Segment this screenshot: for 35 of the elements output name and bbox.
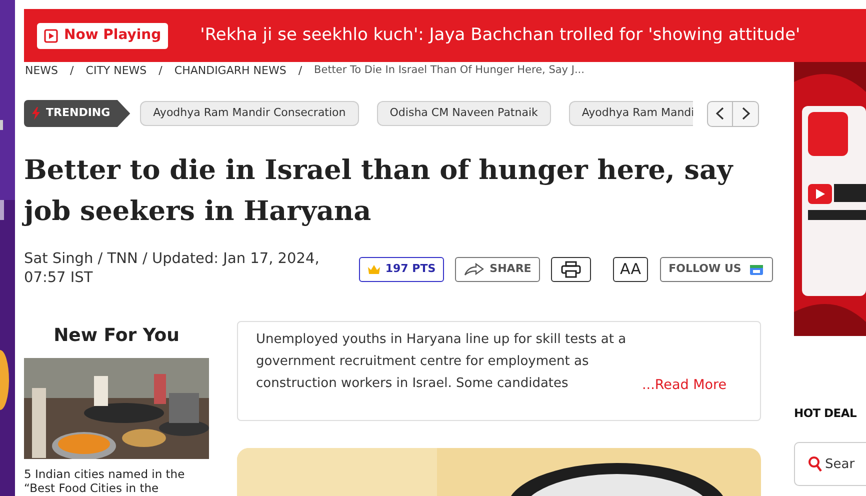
flash-icon [32,107,40,120]
search-icon [808,456,822,472]
chevron-right-icon [742,107,750,120]
article-byline: Sat Singh / TNN / Updated: Jan 17, 2024, 07:57 IST [24,250,320,288]
breadcrumb-link[interactable]: NEWS [25,62,58,80]
trending-tag[interactable]: Ayodhya Ram Mandi [568,101,694,126]
share-arrow-icon [464,263,484,276]
section-heading: New For You [52,324,180,348]
print-button[interactable] [551,257,591,282]
article-title: Better to die in Israel than of hunger here, say job seekers in Haryana [24,154,734,229]
play-icon [44,28,58,42]
now-playing-headline[interactable]: 'Rekha ji se seekhlo kuch': Jaya Bachchan trolled for 'showing attitude' [200,22,800,48]
now-playing-badge: Now Playing [37,22,168,48]
breadcrumb-separator: / [158,62,162,79]
follow-us-button[interactable]: FOLLOW US [660,257,773,282]
chevron-left-icon [716,107,724,120]
printer-icon [561,261,581,278]
trending-tag[interactable]: Odisha CM Naveen Patnaik [376,101,551,126]
breadcrumb-separator: / [70,62,74,79]
trending-tag[interactable]: Ayodhya Ram Mandir Consecration [140,101,359,126]
article-summary: Unemployed youths in Haryana line up for skill tests at a government recruitment centre for employment as construction workers in Israel. Some candidates [256,331,628,393]
share-button[interactable]: SHARE [455,257,540,282]
story-caption[interactable]: 5 Indian cities named in the “Best Food Cities in the [24,467,210,495]
section-heading: HOT DEAL [794,405,858,422]
deal-search-field[interactable]: Sear [794,442,866,486]
trending-label: TRENDING [24,100,130,127]
points-badge[interactable]: 197 PTS [359,257,444,282]
breadcrumb-link[interactable]: CHANDIGARH NEWS [174,62,286,80]
breadcrumb-link[interactable]: CITY NEWS [86,62,147,80]
breadcrumb-separator: / [298,62,302,79]
news-icon [749,264,764,276]
now-playing-bar[interactable]: Now Playing 'Rekha ji se seekhlo kuch': Jaya Bachchan trolled for 'showing attitude' [24,9,866,62]
breadcrumb-current: Better To Die In Israel Than Of Hunger Here, Say J... [314,63,584,78]
font-size-button[interactable]: AA [613,257,648,282]
crown-icon [367,264,382,275]
